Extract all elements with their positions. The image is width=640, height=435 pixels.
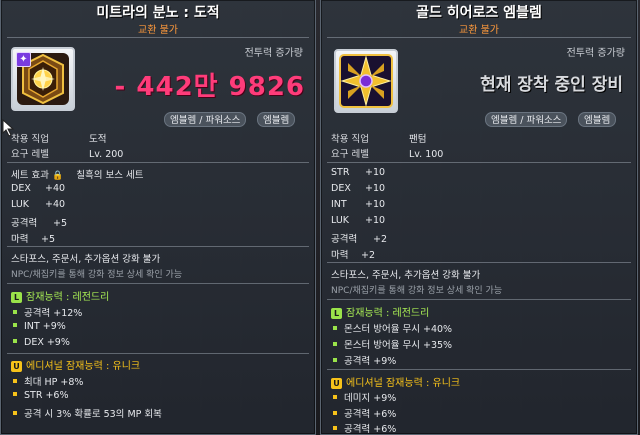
stat-value: +10 (365, 167, 386, 178)
item-tooltip-new: 미트라의 분노 : 도적 교환 불가 ✦ 전투력 증가량 - 442만 9826… (0, 0, 316, 435)
bullet-icon (13, 310, 17, 314)
power-label: 전투력 증가량 (566, 48, 625, 59)
set-effect-label: 세트 효과 (11, 170, 49, 181)
additional-line: 공격력 +6% (344, 409, 397, 420)
unique-badge-icon: U (11, 361, 22, 372)
bullet-icon (13, 411, 17, 415)
upgrade-info-note: NPC/채집키를 통해 강화 정보 상세 확인 가능 (11, 270, 183, 280)
stat-value: +10 (365, 183, 386, 194)
divider (7, 353, 309, 354)
item-icon-frame: ✦ (11, 47, 75, 111)
req-job-label: 착용 직업 (331, 134, 369, 145)
upgrade-info-note: NPC/채집키를 통해 강화 정보 상세 확인 가능 (331, 286, 503, 296)
bullet-icon (333, 326, 337, 330)
divider (327, 299, 631, 300)
stat-name: 마력 (331, 250, 349, 261)
divider (7, 162, 309, 163)
item-title: 미트라의 분노 : 도적 (96, 5, 220, 21)
divider (327, 262, 631, 263)
stat-name: INT (331, 199, 347, 210)
bullet-icon (13, 339, 17, 343)
divider (327, 162, 631, 163)
divider (327, 37, 631, 38)
trade-status: 교환 불가 (138, 25, 178, 36)
potential-rank-badge-icon: ✦ (16, 52, 31, 67)
bullet-icon (333, 342, 337, 346)
bullet-icon (13, 379, 17, 383)
stat-value: +5 (41, 234, 56, 245)
tag-emblem: 엠블렘 (578, 112, 617, 127)
stat-value: +40 (45, 183, 66, 194)
potential-header: 잠재능력 : 레전드리 (26, 292, 110, 303)
tag-emblem-powersource: 엠블렘 / 파워소스 (485, 112, 568, 127)
potential-line: 공격력 +9% (344, 356, 397, 367)
potential-line: 몬스터 방어율 무시 +40% (344, 324, 453, 335)
potential-line: 몬스터 방어율 무시 +35% (344, 340, 453, 351)
bullet-icon (13, 392, 17, 396)
divider (7, 246, 309, 247)
item-tooltip-equipped: 골드 히어로즈 엠블렘 교환 불가 전투력 증가량 현재 장착 중인 장비 엠블… (320, 0, 638, 435)
req-job: 팬텀 (409, 134, 427, 145)
legendary-badge-icon: L (11, 292, 22, 303)
additional-line: 공격력 +6% (344, 424, 397, 435)
additional-line: 데미지 +9% (344, 393, 397, 404)
bullet-icon (333, 426, 337, 430)
stat-name: LUK (331, 215, 350, 226)
bullet-icon (333, 395, 337, 399)
additional-line: 공격 시 3% 확률로 53의 MP 회복 (24, 409, 162, 420)
potential-line: 공격력 +12% (24, 308, 83, 319)
tag-emblem: 엠블렘 (257, 112, 296, 127)
req-level-label: 요구 레벨 (11, 149, 49, 160)
hand-cursor-icon (2, 118, 15, 137)
stat-name: STR (331, 167, 350, 178)
item-icon-frame (334, 49, 398, 113)
stat-name: DEX (331, 183, 351, 194)
req-level: Lv. 200 (89, 149, 124, 160)
unique-badge-icon: U (331, 378, 342, 389)
set-name: 칠흑의 보스 세트 (76, 170, 144, 181)
stat-value: +2 (373, 234, 388, 245)
additional-potential-header: 에디셔널 잠재능력 : 유니크 (346, 378, 461, 389)
stat-name: 공격력 (11, 218, 38, 229)
stat-name: 마력 (11, 234, 29, 245)
legendary-badge-icon: L (331, 308, 342, 319)
lock-icon: 🔒 (52, 171, 64, 181)
req-level-label: 요구 레벨 (331, 149, 369, 160)
potential-line: DEX +9% (24, 337, 70, 348)
stat-name: 공격력 (331, 234, 358, 245)
stat-value: +2 (361, 250, 376, 261)
stat-value: +5 (53, 218, 68, 229)
stat-value: +10 (365, 199, 386, 210)
trade-status: 교환 불가 (459, 25, 499, 36)
req-job: 도적 (89, 134, 107, 145)
divider (7, 37, 309, 38)
tag-emblem-powersource: 엠블렘 / 파워소스 (164, 112, 247, 127)
gold-heroes-emblem-icon (339, 54, 393, 108)
divider (7, 283, 309, 284)
stat-value: +40 (45, 199, 66, 210)
req-job-label: 착용 직업 (11, 134, 49, 145)
additional-line: 최대 HP +8% (24, 377, 84, 388)
power-value: - 442만 9826 (114, 72, 305, 102)
additional-potential-header: 에디셔널 잠재능력 : 유니크 (26, 361, 141, 372)
req-level: Lv. 100 (409, 149, 444, 160)
item-title: 골드 히어로즈 엠블렘 (416, 5, 542, 21)
equipped-status: 현재 장착 중인 장비 (480, 75, 623, 95)
additional-line: STR +6% (24, 390, 69, 401)
potential-header: 잠재능력 : 레전드리 (346, 308, 430, 319)
bullet-icon (13, 323, 17, 327)
divider (327, 369, 631, 370)
bullet-icon (333, 358, 337, 362)
stat-name: LUK (11, 199, 30, 210)
upgrade-note: 스타포스, 주문서, 추가옵션 강화 불가 (11, 254, 161, 265)
upgrade-note: 스타포스, 주문서, 추가옵션 강화 불가 (331, 270, 481, 281)
stat-name: DEX (11, 183, 31, 194)
potential-line: INT +9% (24, 321, 66, 332)
stat-value: +10 (365, 215, 386, 226)
bullet-icon (333, 411, 337, 415)
power-label: 전투력 증가량 (244, 48, 303, 59)
